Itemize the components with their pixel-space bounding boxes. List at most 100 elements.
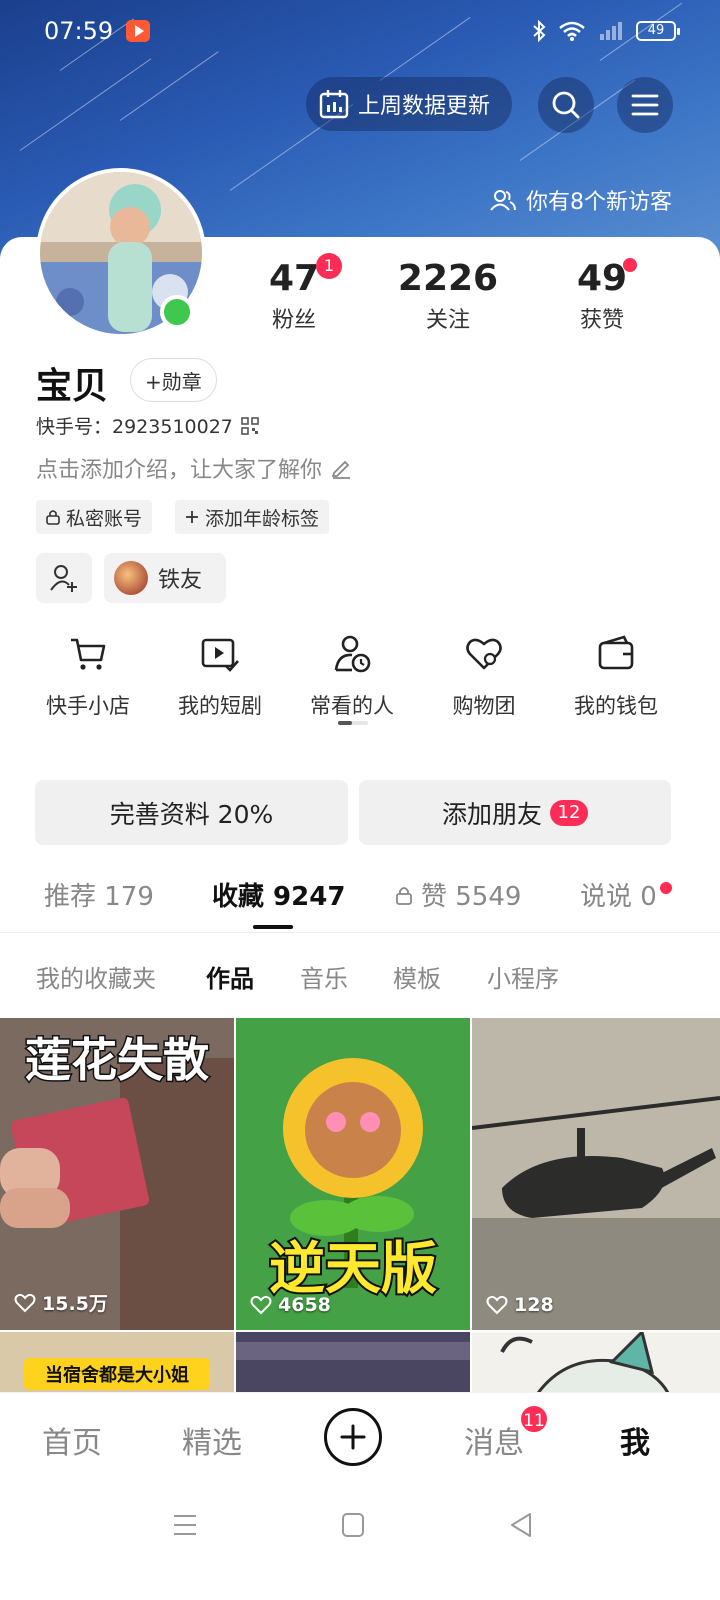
add-friends-button[interactable]: 添加朋友 12 (359, 780, 671, 845)
following-stat[interactable]: 2226 关注 (378, 258, 518, 334)
thumbnail-overlay-text: 当宿舍都是大小姐 (45, 1364, 189, 1386)
following-count: 2226 (397, 258, 499, 299)
qr-code-icon (241, 416, 259, 435)
services-page-indicator-active (338, 721, 352, 725)
nav-messages[interactable]: 消息 (464, 1418, 524, 1462)
plus-icon (186, 511, 198, 523)
bio-text: 点击添加介绍，让大家了解你 (36, 458, 323, 483)
heart-outline-icon (14, 1293, 36, 1312)
nav-home[interactable]: 首页 (42, 1418, 102, 1462)
complete-profile-button[interactable]: 完善资料 20% (35, 780, 348, 845)
tab-recommend[interactable]: 推荐 179 (44, 876, 154, 913)
service-my-wallet[interactable]: 我的钱包 (551, 634, 681, 720)
weekly-data-update-button[interactable]: 上周数据更新 (306, 77, 512, 131)
weekly-data-update-label: 上周数据更新 (358, 94, 491, 119)
nav-featured[interactable]: 精选 (182, 1418, 242, 1462)
plus-icon (340, 1424, 366, 1450)
add-friend-icon-button[interactable] (36, 553, 92, 603)
fans-stat[interactable]: 47 粉丝 (224, 258, 364, 334)
active-tab-indicator (253, 925, 293, 929)
private-account-label: 私密账号 (66, 507, 143, 530)
profile-name: 宝贝 (36, 366, 109, 407)
tieyou-button[interactable]: 铁友 (104, 553, 226, 603)
thumbnail-likes: 128 (486, 1294, 554, 1316)
service-label: 我的钱包 (574, 694, 658, 718)
subtab-my-folders[interactable]: 我的收藏夹 (36, 959, 156, 994)
nav-me[interactable]: 我 (620, 1418, 650, 1462)
lock-icon (396, 886, 412, 905)
tieyou-label: 铁友 (158, 568, 203, 593)
search-button[interactable] (538, 77, 594, 133)
visitors-icon (490, 190, 516, 211)
complete-profile-label: 完善资料 20% (109, 799, 274, 829)
subtab-works[interactable]: 作品 (206, 959, 254, 994)
back-icon[interactable] (508, 1512, 534, 1538)
likes-stat[interactable]: 49 获赞 (532, 258, 672, 334)
play-check-icon (201, 638, 239, 672)
add-medal-button[interactable]: +勋章 (130, 358, 217, 402)
subtab-templates[interactable]: 模板 (393, 959, 441, 994)
following-label: 关注 (425, 308, 470, 333)
favorite-video-thumbnail[interactable]: 128 (472, 1018, 720, 1330)
service-kuaishou-store[interactable]: 快手小店 (23, 634, 153, 720)
online-status-dot (160, 295, 194, 329)
bio-placeholder[interactable]: 点击添加介绍，让大家了解你 (36, 452, 352, 484)
edit-pencil-icon (331, 460, 351, 479)
likes-count: 49 (576, 258, 628, 299)
tab-divider (0, 932, 720, 933)
lock-icon (46, 510, 60, 525)
home-icon[interactable] (341, 1512, 365, 1538)
tab-liked[interactable]: 赞 5549 (395, 876, 521, 913)
fans-badge: 1 (316, 253, 342, 279)
service-my-dramas[interactable]: 我的短剧 (155, 634, 285, 720)
subtab-music[interactable]: 音乐 (300, 959, 348, 994)
private-account-tag[interactable]: 私密账号 (36, 500, 153, 534)
service-frequent-people[interactable]: 常看的人 (287, 634, 417, 720)
status-time: 07:59 (44, 17, 114, 45)
tab-favorites[interactable]: 收藏 9247 (212, 876, 345, 913)
screen-record-icon (126, 20, 150, 42)
fans-count: 47 (268, 258, 320, 299)
add-age-tag[interactable]: 添加年龄标签 (175, 500, 330, 534)
create-button[interactable] (324, 1408, 382, 1466)
subtab-mini-programs[interactable]: 小程序 (487, 959, 559, 994)
recent-apps-icon[interactable] (172, 1512, 198, 1538)
add-age-tag-label: 添加年龄标签 (205, 507, 320, 530)
thumbnail-likes-count: 15.5万 (42, 1293, 108, 1315)
add-friends-badge: 12 (550, 799, 588, 826)
tab-posts[interactable]: 说说 0 (580, 876, 657, 913)
battery-icon: 49 (636, 21, 680, 41)
favorite-video-thumbnail[interactable]: 莲花失散 15.5万 (0, 1018, 234, 1330)
thumbnail-image: 莲花失散 (0, 1018, 234, 1330)
wallet-icon (598, 635, 634, 670)
kuaishou-id[interactable]: 快手号：2923510027 (36, 412, 259, 439)
likes-label: 获赞 (579, 308, 624, 333)
thumbnail-likes: 15.5万 (14, 1289, 108, 1316)
bluetooth-icon (533, 20, 546, 42)
tab-liked-label: 赞 5549 (421, 882, 522, 912)
user-clock-icon (334, 635, 371, 673)
add-user-icon (50, 565, 77, 592)
system-navigation-bar (0, 1488, 720, 1600)
thumbnail-overlay-text: 逆天版 (269, 1237, 437, 1302)
thumbnail-likes-count: 4658 (278, 1294, 331, 1316)
thumbnail-image: 逆天版 (236, 1018, 470, 1330)
service-shopping-group[interactable]: 购物团 (419, 634, 549, 720)
status-bar: 07:59 49 (0, 0, 720, 62)
menu-button[interactable] (617, 77, 673, 133)
signal-icon (600, 22, 622, 40)
heart-group-icon (466, 638, 502, 670)
service-label: 快手小店 (46, 694, 130, 718)
status-icons: 49 (532, 16, 680, 46)
new-visitors-text: 你有8个新访客 (526, 190, 672, 215)
service-label: 常看的人 (310, 694, 394, 718)
thumbnail-likes: 4658 (250, 1294, 331, 1316)
tieyou-avatar (114, 561, 148, 595)
likes-notification-dot (623, 258, 637, 272)
heart-outline-icon (250, 1295, 272, 1315)
favorite-video-thumbnail[interactable]: 逆天版 4658 (236, 1018, 470, 1330)
thumbnail-image (472, 1018, 720, 1330)
thumbnail-overlay-text: 莲花失散 (25, 1033, 209, 1087)
new-visitors-link[interactable]: 你有8个新访客 (490, 184, 672, 216)
wifi-icon (559, 21, 585, 41)
